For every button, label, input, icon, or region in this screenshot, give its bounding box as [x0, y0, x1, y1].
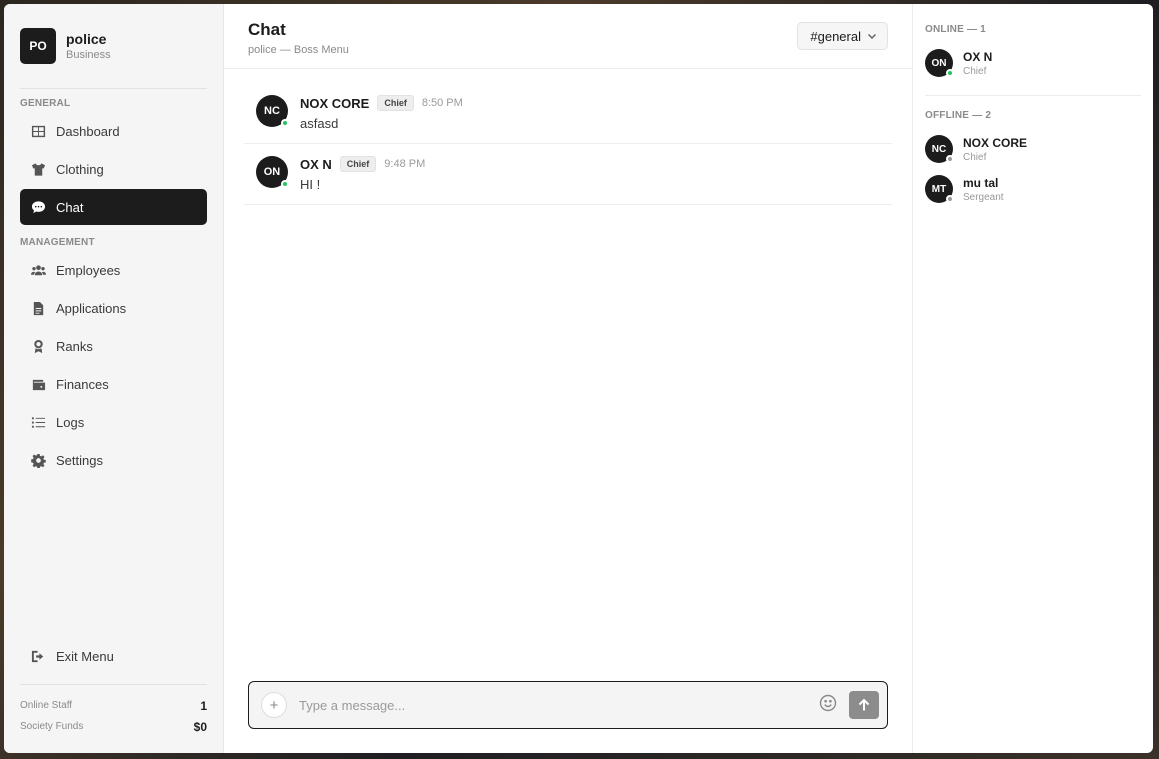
- sidebar-item-label: Logs: [56, 414, 85, 430]
- message-author: OX N: [300, 156, 332, 172]
- role-badge: Chief: [339, 156, 377, 172]
- page-title: Chat: [248, 20, 286, 39]
- sidebar-item-label: Ranks: [56, 338, 93, 354]
- brand: PO police Business: [20, 28, 207, 89]
- member-list: ONLINE — 1 ON OX N Chief OFFLINE — 2 NC …: [913, 4, 1153, 753]
- chat-icon: [30, 199, 46, 215]
- message-text: HI !: [300, 177, 321, 192]
- emoji-button[interactable]: [819, 694, 837, 717]
- plus-icon: +: [269, 696, 279, 714]
- sidebar-item-clothing[interactable]: Clothing: [20, 151, 207, 187]
- gear-icon: [30, 452, 46, 468]
- page-subtitle: police — Boss Menu: [248, 44, 349, 56]
- online-status-dot: [281, 119, 289, 127]
- message-author: NOX CORE: [300, 95, 370, 111]
- sidebar-item-label: Clothing: [56, 161, 104, 177]
- member-item[interactable]: NC NOX CORE Chief: [925, 129, 1141, 169]
- sidebar-item-label: Settings: [56, 452, 103, 468]
- section-label-management: MANAGEMENT: [20, 237, 95, 248]
- boss-menu-window: PO police Business GENERAL Dashboard Clo…: [4, 4, 1153, 753]
- message-list: NC NOX CORE Chief 8:50 PM asfasd ON OX N…: [224, 69, 912, 681]
- message-time: 9:48 PM: [384, 158, 426, 170]
- document-icon: [30, 300, 46, 316]
- avatar: NC: [925, 135, 954, 163]
- sidebar: PO police Business GENERAL Dashboard Clo…: [4, 4, 224, 753]
- sidebar-item-employees[interactable]: Employees: [20, 252, 207, 288]
- member-name: mu tal: [963, 175, 999, 190]
- brand-subtitle: Business: [66, 49, 111, 61]
- message-text: asfasd: [300, 116, 339, 131]
- sidebar-item-settings[interactable]: Settings: [20, 442, 207, 478]
- sidebar-item-finances[interactable]: Finances: [20, 366, 207, 402]
- stat-society-funds: Society Funds $0: [20, 719, 207, 734]
- exit-menu-button[interactable]: Exit Menu: [20, 638, 207, 674]
- member-role: Chief: [963, 65, 987, 77]
- composer-area: +: [224, 681, 912, 753]
- list-icon: [30, 414, 46, 430]
- sidebar-item-ranks[interactable]: Ranks: [20, 328, 207, 364]
- offline-group-label: OFFLINE — 2: [925, 110, 992, 121]
- channel-select-value: #general: [810, 28, 861, 44]
- online-group-label: ONLINE — 1: [925, 24, 986, 35]
- online-status-dot: [281, 180, 289, 188]
- arrow-up-icon: [858, 698, 870, 711]
- sidebar-item-chat[interactable]: Chat: [20, 189, 207, 225]
- sidebar-item-label: Chat: [56, 199, 84, 215]
- sidebar-item-logs[interactable]: Logs: [20, 404, 207, 440]
- sign-out-icon: [30, 648, 46, 664]
- member-role: Sergeant: [963, 191, 1004, 203]
- message-input[interactable]: [299, 697, 807, 713]
- shirt-icon: [30, 161, 46, 177]
- sidebar-item-label: Dashboard: [56, 123, 120, 139]
- users-icon: [30, 262, 46, 278]
- avatar: MT: [925, 175, 954, 203]
- sidebar-item-dashboard[interactable]: Dashboard: [20, 113, 207, 149]
- member-name: OX N: [963, 49, 993, 64]
- exit-menu-label: Exit Menu: [56, 648, 114, 664]
- stat-online-staff: Online Staff 1: [20, 698, 207, 713]
- brand-name: police: [66, 31, 107, 47]
- sidebar-stats: Online Staff 1 Society Funds $0: [20, 684, 207, 737]
- chat-main: Chat police — Boss Menu #general NC NOX …: [224, 4, 913, 753]
- message-time: 8:50 PM: [421, 97, 463, 109]
- chat-message: NC NOX CORE Chief 8:50 PM asfasd: [244, 83, 892, 144]
- chevron-down-icon: [867, 29, 877, 44]
- role-badge: Chief: [377, 95, 414, 111]
- member-name: NOX CORE: [963, 135, 1028, 150]
- offline-status-dot: [946, 195, 954, 203]
- send-button[interactable]: [849, 691, 879, 719]
- member-item[interactable]: ON OX N Chief: [925, 43, 1141, 83]
- online-status-dot: [946, 69, 954, 77]
- divider: [925, 95, 1141, 96]
- message-composer: +: [248, 681, 888, 729]
- sidebar-item-label: Finances: [56, 376, 109, 392]
- sidebar-item-applications[interactable]: Applications: [20, 290, 207, 326]
- avatar: NC: [256, 95, 289, 127]
- award-icon: [30, 338, 46, 354]
- sidebar-item-label: Applications: [56, 300, 127, 316]
- sidebar-item-label: Employees: [56, 262, 121, 278]
- member-role: Chief: [963, 151, 987, 163]
- channel-select[interactable]: #general: [797, 22, 888, 50]
- chat-header: Chat police — Boss Menu #general: [224, 4, 912, 69]
- avatar: ON: [256, 156, 289, 188]
- avatar: ON: [925, 49, 954, 77]
- wallet-icon: [30, 376, 46, 392]
- offline-status-dot: [946, 155, 954, 163]
- chat-message: ON OX N Chief 9:48 PM HI !: [244, 144, 892, 205]
- dashboard-icon: [30, 123, 46, 139]
- attach-button[interactable]: +: [261, 692, 287, 718]
- smiley-icon: [819, 694, 837, 711]
- member-item[interactable]: MT mu tal Sergeant: [925, 169, 1141, 209]
- brand-logo: PO: [20, 28, 56, 64]
- section-label-general: GENERAL: [20, 98, 71, 109]
